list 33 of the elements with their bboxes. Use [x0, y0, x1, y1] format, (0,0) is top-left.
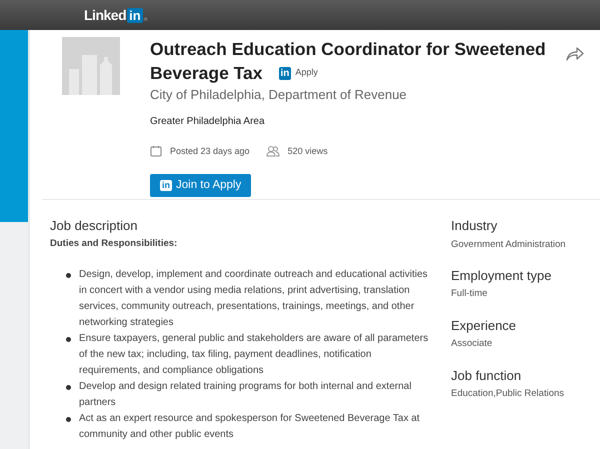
duty-text: Develop and design related training programs for both internal and external partners [79, 380, 412, 410]
bullet-icon [66, 384, 71, 390]
duty-text: Design, develop, implement and coordinate outreach and educational activities in concert with a vendor using media relations, print advertising, translation services, community outreach, presentations, trainings, meetings, and other networking strategies [79, 268, 429, 330]
view-count: 520 views [288, 144, 328, 158]
people-icon [266, 145, 280, 158]
criteria-value: Associate [451, 337, 494, 352]
apply-link[interactable]: Apply [295, 66, 318, 80]
section-subheading: Duties and Responsibilities: [50, 236, 178, 251]
criteria-value: Education,Public Relations [451, 387, 566, 402]
section-heading: Job description [50, 218, 138, 234]
bullet-icon [66, 272, 71, 278]
criteria-label: Employment type [451, 268, 552, 284]
calendar-icon [150, 145, 162, 158]
criteria-value: Government Administration [451, 238, 566, 252]
criteria-label: Job function [451, 368, 522, 384]
criteria-value: Full-time [451, 287, 488, 302]
criteria-label: Industry [451, 218, 498, 234]
logo-badge: in [127, 8, 143, 22]
company-logo-icon [62, 37, 120, 95]
job-title: Beverage Tax [150, 62, 263, 85]
duty-text: Ensure taxpayers, general public and stakeholders are aware of all parameters of the new tax; including, tax filing, payment deadlines, notification requirements, and compliance obligations [79, 332, 430, 378]
bullet-icon [66, 336, 71, 342]
linkedin-badge: in [278, 66, 292, 80]
logo-text: Linked [84, 6, 126, 24]
job-location: Greater Philadelphia Area [150, 114, 266, 128]
criteria-label: Experience [451, 318, 518, 334]
share-icon[interactable] [566, 47, 584, 61]
join-to-apply-button[interactable]: in Join to Apply [150, 174, 252, 198]
company-name: City of Philadelphia, Department of Revenue [150, 86, 408, 104]
job-title: Outreach Education Coordinator for Sweetened [150, 38, 547, 61]
bullet-icon [66, 416, 71, 422]
duty-text: Act as an expert resource and spokesperson for Sweetened Beverage Tax at community and other public events [79, 412, 421, 442]
posted-date: Posted 23 days ago [170, 144, 250, 158]
